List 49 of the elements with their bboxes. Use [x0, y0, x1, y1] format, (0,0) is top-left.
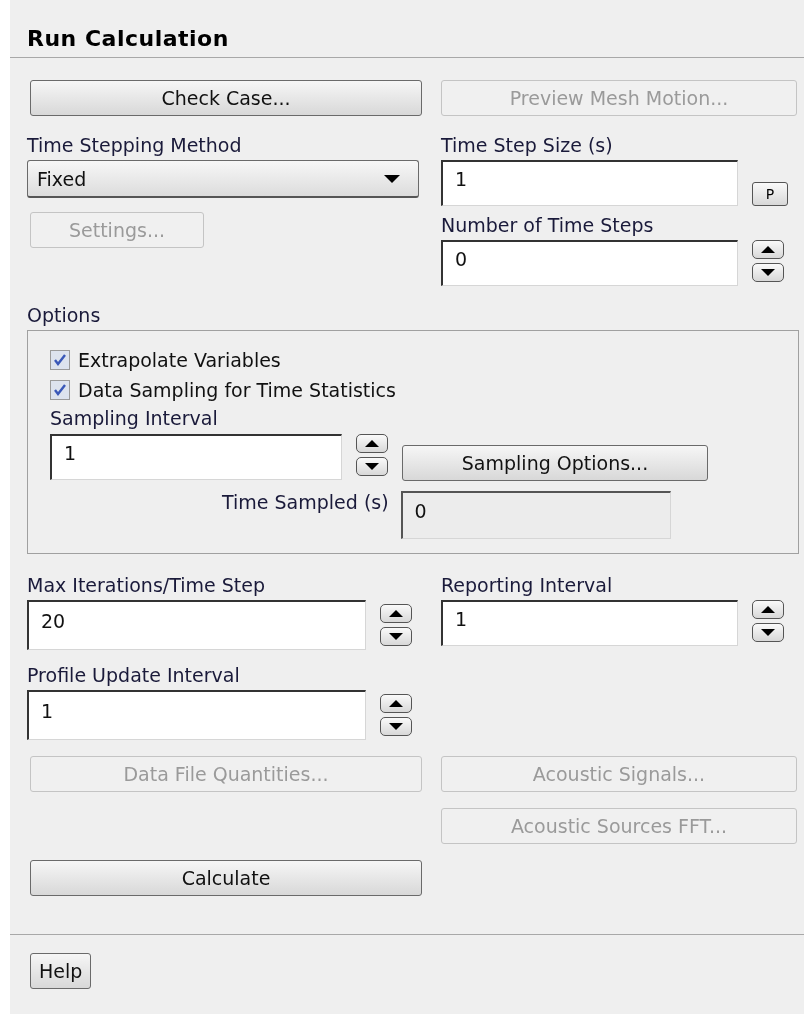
- up-triangle-icon: [365, 440, 379, 447]
- field-label: Time Step Size (s): [441, 133, 613, 158]
- parameter-button[interactable]: P: [752, 182, 788, 206]
- spin-down-button[interactable]: [752, 263, 784, 282]
- input-field[interactable]: 1: [441, 160, 738, 206]
- field-label: Time Sampled (s): [222, 490, 389, 515]
- input-field[interactable]: 0: [441, 240, 738, 286]
- spin-up-button[interactable]: [752, 600, 784, 619]
- checkbox[interactable]: [50, 350, 70, 370]
- spin-down-button[interactable]: [380, 717, 412, 736]
- dropdown[interactable]: Fixed: [27, 160, 419, 198]
- up-triangle-icon: [761, 606, 775, 613]
- spin-down-button[interactable]: [752, 623, 784, 642]
- group-label: Options: [27, 303, 102, 328]
- check-icon: [53, 383, 67, 397]
- down-triangle-icon: [761, 629, 775, 636]
- spin-down-button[interactable]: [380, 627, 412, 646]
- check-icon: [53, 353, 67, 367]
- spin-up-button[interactable]: [380, 604, 412, 623]
- panel-title: Run Calculation: [10, 0, 804, 58]
- spin-up-button[interactable]: [380, 694, 412, 713]
- down-triangle-icon: [389, 723, 403, 730]
- spin-up-button[interactable]: [356, 434, 388, 453]
- checkbox-label: Data Sampling for Time Statistics: [78, 379, 396, 401]
- down-triangle-icon: [761, 269, 775, 276]
- calculate-button[interactable]: Calculate: [30, 860, 422, 896]
- spin-up-button[interactable]: [752, 240, 784, 259]
- field-label: Number of Time Steps: [441, 213, 654, 238]
- field-label: Reporting Interval: [441, 573, 613, 598]
- input-field[interactable]: 20: [27, 600, 366, 650]
- spin-down-button[interactable]: [356, 457, 388, 476]
- up-triangle-icon: [761, 246, 775, 253]
- input-field[interactable]: 1: [27, 690, 366, 740]
- field-label: Sampling Interval: [50, 406, 218, 431]
- field-label: Max Iterations/Time Step: [27, 573, 265, 598]
- field-label: Profile Update Interval: [27, 663, 240, 688]
- sampling-options-button[interactable]: Sampling Options...: [402, 445, 708, 481]
- up-triangle-icon: [389, 700, 403, 707]
- checkbox-label: Extrapolate Variables: [78, 349, 281, 371]
- input-field[interactable]: 1: [50, 434, 342, 480]
- down-triangle-icon: [365, 463, 379, 470]
- up-triangle-icon: [389, 610, 403, 617]
- check-case-button[interactable]: Check Case...: [30, 80, 422, 116]
- down-triangle-icon: [389, 633, 403, 640]
- checkbox[interactable]: [50, 380, 70, 400]
- field-label: Time Stepping Method: [27, 133, 242, 158]
- caret-icon: [384, 174, 400, 183]
- input-field[interactable]: 1: [441, 600, 738, 646]
- help-button[interactable]: Help: [30, 953, 92, 989]
